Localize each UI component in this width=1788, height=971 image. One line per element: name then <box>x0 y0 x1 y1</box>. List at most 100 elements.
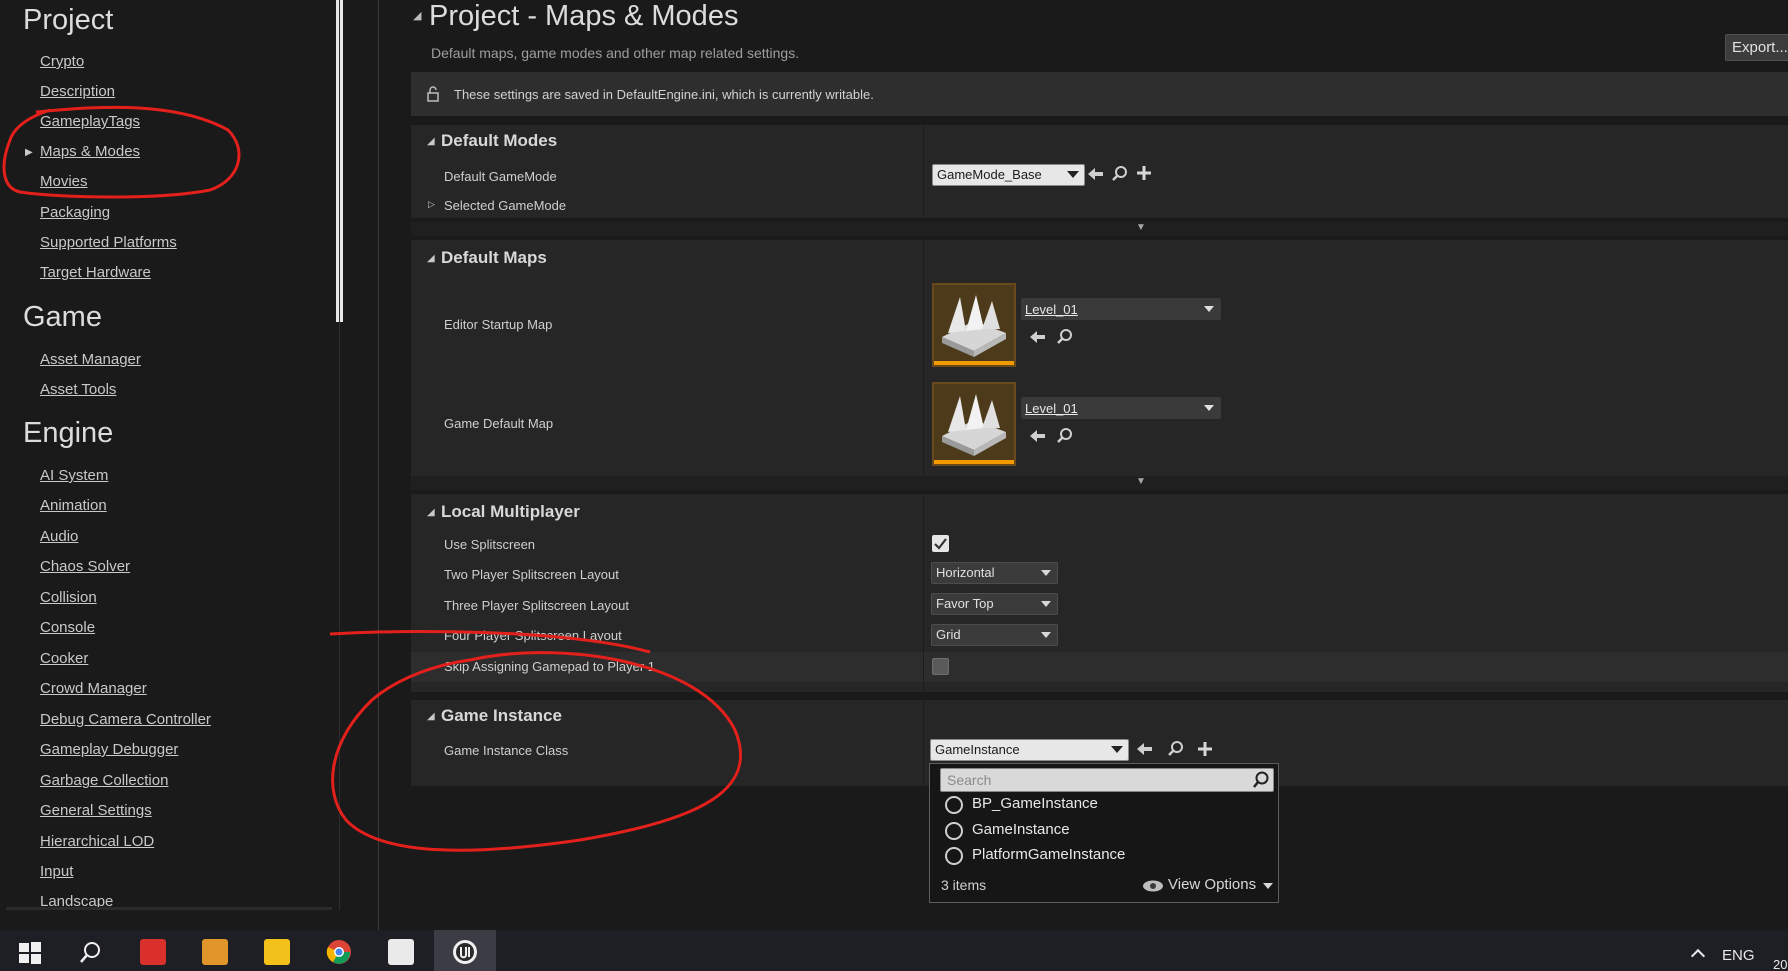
sidebar-item-supported-platforms[interactable]: Supported Platforms <box>40 234 177 251</box>
section-title-engine: Engine <box>23 417 114 449</box>
chevron-down-icon[interactable]: ▼ <box>1136 222 1146 233</box>
default-modes-header[interactable]: Default Modes <box>441 131 557 151</box>
sidebar-item-asset-manager[interactable]: Asset Manager <box>40 351 141 368</box>
two-player-layout-combo[interactable]: Horizontal <box>931 562 1058 584</box>
clock-text[interactable]: 20 <box>1773 957 1787 971</box>
browse-search-icon[interactable] <box>1055 426 1075 446</box>
sidebar-item-input[interactable]: Input <box>40 863 73 880</box>
radio-icon[interactable] <box>945 847 963 865</box>
sidebar-item-collision[interactable]: Collision <box>40 589 97 606</box>
advanced-expander[interactable] <box>411 476 1788 490</box>
sidebar-item-audio[interactable]: Audio <box>40 528 78 545</box>
item-count: 3 items <box>941 877 987 893</box>
collapse-arrow-icon[interactable]: ◢ <box>427 136 435 147</box>
collapse-arrow-icon[interactable]: ◢ <box>427 711 435 722</box>
use-selected-arrow-icon[interactable] <box>1028 426 1048 446</box>
sidebar-item-target-hardware[interactable]: Target Hardware <box>40 264 151 281</box>
unreal-engine-icon[interactable] <box>452 939 478 965</box>
search-icon[interactable] <box>78 941 102 965</box>
browse-search-icon[interactable] <box>1055 327 1075 347</box>
selected-gamemode-label[interactable]: Selected GameMode <box>444 198 566 213</box>
game-instance-class-combo[interactable]: GameInstance <box>930 739 1129 761</box>
use-selected-arrow-icon[interactable] <box>1086 164 1106 184</box>
browse-search-icon[interactable] <box>1110 164 1130 184</box>
sidebar-item-asset-tools[interactable]: Asset Tools <box>40 381 116 398</box>
three-player-layout-combo[interactable]: Favor Top <box>931 593 1058 615</box>
sidebar-item-hierarchical-lod[interactable]: Hierarchical LOD <box>40 833 154 850</box>
advanced-expander[interactable] <box>411 222 1788 236</box>
asset-type-bar <box>934 361 1014 365</box>
typora-icon[interactable] <box>388 939 414 965</box>
column-divider <box>923 494 924 692</box>
use-splitscreen-label: Use Splitscreen <box>444 537 536 552</box>
default-gamemode-combo[interactable]: GameMode_Base <box>932 164 1085 186</box>
radio-icon[interactable] <box>945 796 963 814</box>
four-player-layout-combo[interactable]: Grid <box>931 624 1058 646</box>
skip-gamepad-checkbox[interactable] <box>932 658 949 675</box>
search-icon <box>1253 771 1269 788</box>
export-button[interactable]: Export... <box>1725 34 1788 61</box>
map-asset-icon <box>942 295 1006 357</box>
two-player-layout-value: Horizontal <box>936 565 995 580</box>
expand-arrow-icon[interactable]: ▷ <box>428 199 435 210</box>
radio-icon[interactable] <box>945 822 963 840</box>
media-player-icon[interactable] <box>264 939 290 965</box>
section-title-game: Game <box>23 301 102 333</box>
pane-divider <box>378 0 379 930</box>
local-multiplayer-header[interactable]: Local Multiplayer <box>441 502 580 522</box>
class-option-bp-gameinstance[interactable]: BP_GameInstance <box>972 795 1098 812</box>
sidebar-item-ai-system[interactable]: AI System <box>40 467 108 484</box>
input-language[interactable]: ENG <box>1722 947 1755 964</box>
use-splitscreen-checkbox[interactable] <box>932 535 949 552</box>
sidebar-item-description[interactable]: Description <box>40 83 115 100</box>
use-selected-arrow-icon[interactable] <box>1135 739 1155 759</box>
windows-start-icon[interactable] <box>18 941 42 965</box>
use-selected-arrow-icon[interactable] <box>1028 327 1048 347</box>
collapse-arrow-icon[interactable]: ◢ <box>427 253 435 264</box>
sidebar-horizontal-scrollbar[interactable] <box>6 907 332 910</box>
sidebar-item-crypto[interactable]: Crypto <box>40 53 84 70</box>
sidebar-item-gameplaytags[interactable]: GameplayTags <box>40 113 140 130</box>
default-gamemode-value: GameMode_Base <box>937 167 1042 182</box>
game-instance-header[interactable]: Game Instance <box>441 706 562 726</box>
sidebar-divider <box>339 0 340 910</box>
sidebar-item-cooker[interactable]: Cooker <box>40 650 88 667</box>
eye-icon[interactable] <box>1142 879 1164 893</box>
unlock-icon <box>427 86 439 102</box>
config-notice-text: These settings are saved in DefaultEngin… <box>454 87 874 102</box>
default-maps-header[interactable]: Default Maps <box>441 248 547 268</box>
chrome-icon[interactable] <box>326 939 352 965</box>
sidebar-item-general-settings[interactable]: General Settings <box>40 802 152 819</box>
sidebar-item-chaos-solver[interactable]: Chaos Solver <box>40 558 130 575</box>
level-thumbnail[interactable] <box>932 382 1016 466</box>
page-subtitle: Default maps, game modes and other map r… <box>431 45 800 61</box>
collapse-arrow-icon[interactable]: ◢ <box>413 9 421 22</box>
sidebar-item-maps-modes[interactable]: Maps & Modes <box>40 143 140 160</box>
add-plus-icon[interactable] <box>1195 739 1215 759</box>
asset-type-bar <box>934 460 1014 464</box>
add-plus-icon[interactable] <box>1134 163 1154 183</box>
collapse-arrow-icon[interactable]: ◢ <box>427 507 435 518</box>
sidebar-item-movies[interactable]: Movies <box>40 173 88 190</box>
sidebar-item-debug-camera-controller[interactable]: Debug Camera Controller <box>40 711 211 728</box>
chevron-down-icon[interactable]: ▼ <box>1136 476 1146 487</box>
chevron-down-icon <box>1204 306 1214 312</box>
browse-search-icon[interactable] <box>1166 739 1186 759</box>
default-gamemode-label: Default GameMode <box>444 169 557 184</box>
class-option-platformgameinstance[interactable]: PlatformGameInstance <box>972 846 1125 863</box>
sidebar-item-console[interactable]: Console <box>40 619 95 636</box>
sidebar-item-animation[interactable]: Animation <box>40 497 107 514</box>
sidebar-item-gameplay-debugger[interactable]: Gameplay Debugger <box>40 741 178 758</box>
view-options-button[interactable]: View Options <box>1168 876 1256 893</box>
level-thumbnail[interactable] <box>932 283 1016 367</box>
editor-startup-map-value: Level_01 <box>1025 302 1078 317</box>
sidebar-item-landscape[interactable]: Landscape <box>40 893 113 907</box>
sublime-text-icon[interactable] <box>202 939 228 965</box>
chevron-down-icon[interactable] <box>1263 883 1273 889</box>
sidebar-item-crowd-manager[interactable]: Crowd Manager <box>40 680 147 697</box>
sidebar-item-packaging[interactable]: Packaging <box>40 204 110 221</box>
class-search-input[interactable]: Search <box>940 768 1274 792</box>
class-option-gameinstance[interactable]: GameInstance <box>972 821 1070 838</box>
sidebar-item-garbage-collection[interactable]: Garbage Collection <box>40 772 168 789</box>
youdao-app-icon[interactable] <box>140 939 166 965</box>
